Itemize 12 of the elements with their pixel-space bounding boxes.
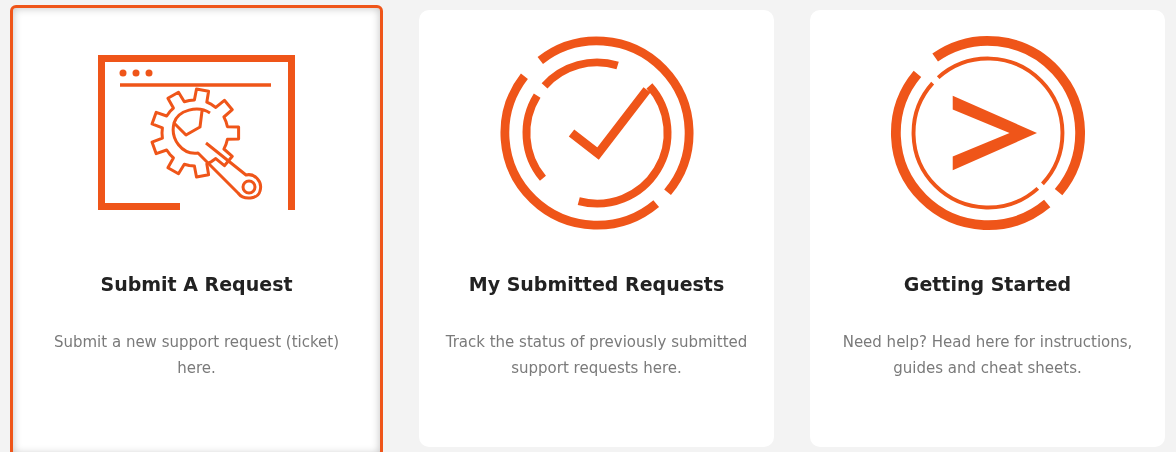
card-title: My Submitted Requests xyxy=(468,272,725,297)
card-description: Need help? Head here for instructions, guides and cheat sheets. xyxy=(841,332,1134,379)
card-description: Submit a new support request (ticket) here. xyxy=(52,332,341,379)
play-circle-icon xyxy=(889,35,1086,231)
card-title: Getting Started xyxy=(903,272,1072,297)
card[interactable]: Submit A Request Submit a new support request (ticket) here. xyxy=(10,5,383,452)
card-description: Track the status of previously submitted support requests here. xyxy=(444,332,749,379)
check-circle-icon xyxy=(498,35,695,231)
wrench-gear-window-icon xyxy=(98,55,295,210)
card[interactable]: My Submitted Requests Track the status of previously submitted support requests here. xyxy=(419,10,774,447)
card[interactable]: Getting Started Need help? Head here for instructions, guides and cheat sheets. xyxy=(810,10,1165,447)
card-title: Submit A Request xyxy=(100,272,293,297)
